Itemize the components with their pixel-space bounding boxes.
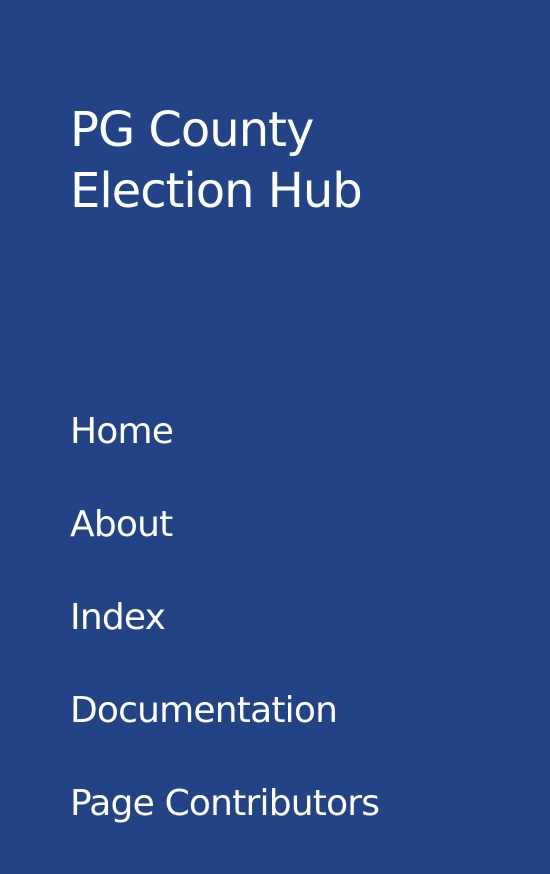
nav-link-page-contributors[interactable]: Page Contributors bbox=[70, 781, 380, 827]
nav-item-about: About bbox=[70, 502, 379, 595]
sidebar-nav: Home About Index Documentation Page Cont… bbox=[70, 409, 380, 874]
nav-link-index[interactable]: Index bbox=[70, 595, 166, 641]
site-title-line-1: PG County bbox=[70, 102, 314, 158]
nav-item-page-contributors: Page Contributors bbox=[70, 781, 380, 874]
nav-link-about[interactable]: About bbox=[70, 502, 173, 548]
site-title: PG County Election Hub bbox=[70, 100, 363, 222]
sidebar: PG County Election Hub Home About Index … bbox=[0, 0, 550, 872]
nav-item-home: Home bbox=[70, 409, 379, 502]
nav-link-home[interactable]: Home bbox=[70, 409, 174, 455]
nav-item-documentation: Documentation bbox=[70, 688, 379, 781]
nav-item-index: Index bbox=[70, 595, 379, 688]
nav-link-documentation[interactable]: Documentation bbox=[70, 688, 338, 734]
site-title-line-2: Election Hub bbox=[70, 163, 363, 219]
